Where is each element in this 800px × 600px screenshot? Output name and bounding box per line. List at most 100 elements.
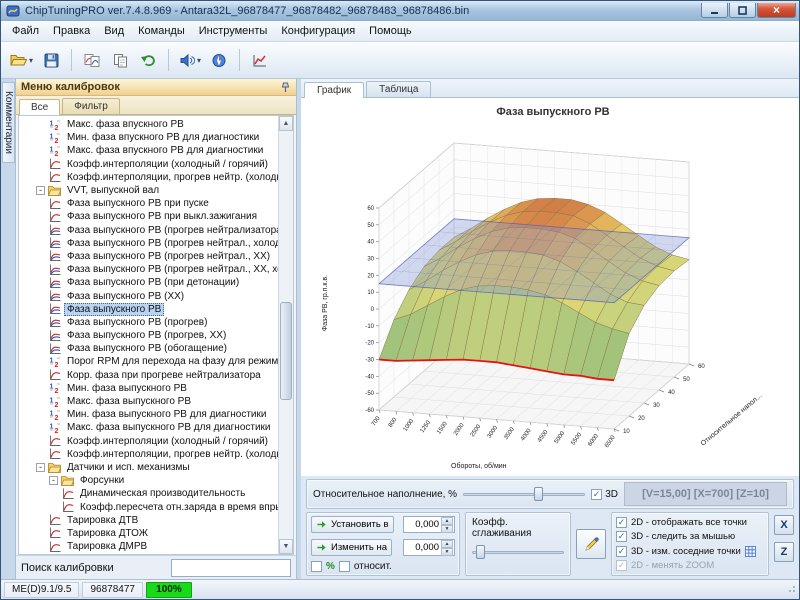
tree-item-19[interactable]: Корр. фаза при прогреве нейтрализатора xyxy=(19,369,278,382)
checkbox-box[interactable]: ✓ xyxy=(616,546,627,557)
tree-item-26[interactable]: -Датчики и исп. механизмы xyxy=(19,461,278,474)
percent-checkbox[interactable] xyxy=(311,561,322,572)
tree-item-11[interactable]: Фаза выпускного РВ (прогрев нейтрал., XX… xyxy=(19,263,278,276)
menu-item-3[interactable]: Команды xyxy=(131,22,192,40)
axis-x-button[interactable]: X xyxy=(774,515,794,535)
change-value-input[interactable] xyxy=(404,540,441,555)
3d-checkbox-box[interactable]: ✓ xyxy=(591,489,602,500)
collapse-toggle[interactable]: - xyxy=(49,476,58,485)
option-checkbox-1[interactable]: ✓3D - следить за мышью xyxy=(616,531,764,542)
toolbar-open-button[interactable]: ▾ xyxy=(7,47,36,73)
option-checkbox-2[interactable]: ✓3D - изм. соседние точки xyxy=(616,546,764,557)
maximize-button[interactable] xyxy=(729,3,756,18)
3d-view-checkbox[interactable]: ✓ 3D xyxy=(591,489,618,500)
toolbar-maps-button[interactable] xyxy=(79,47,105,73)
tree-item-9[interactable]: Фаза выпускного РВ (прогрев нейтрал., хо… xyxy=(19,237,278,250)
tree-item-0[interactable]: 12Макс. фаза впускного РВ xyxy=(19,118,278,131)
toolbar-compass-button[interactable] xyxy=(206,47,232,73)
menu-item-6[interactable]: Помощь xyxy=(362,22,419,40)
set-value-input[interactable] xyxy=(404,517,441,532)
load-slider[interactable] xyxy=(463,486,585,502)
tree-item-32[interactable]: Тарировка ДМРВ xyxy=(19,540,278,553)
tree-item-4[interactable]: Коэфф.интерполяции, прогрев нейтр. (холо… xyxy=(19,171,278,184)
tree-item-24[interactable]: Коэфф.интерполяции (холодный / горячий) xyxy=(19,435,278,448)
collapse-toggle[interactable]: - xyxy=(36,186,45,195)
tree-item-2[interactable]: 12Макс. фаза впускного РВ для диагностик… xyxy=(19,144,278,157)
toolbar-save-button[interactable] xyxy=(38,47,64,73)
smoothing-slider[interactable] xyxy=(472,544,564,571)
tree-item-8[interactable]: Фаза выпускного РВ (прогрев нейтрализато… xyxy=(19,224,278,237)
tree-item-21[interactable]: 12Макс. фаза выпускного РВ xyxy=(19,395,278,408)
spinner-arrows[interactable]: ▲▼ xyxy=(441,540,453,555)
spin-down-icon[interactable]: ▼ xyxy=(441,525,453,533)
checkbox-box[interactable]: ✓ xyxy=(616,531,627,542)
collapse-toggle[interactable]: - xyxy=(36,463,45,472)
relative-checkbox[interactable] xyxy=(339,561,350,572)
tree-item-20[interactable]: 12Мин. фаза выпускного РВ xyxy=(19,382,278,395)
pin-icon[interactable] xyxy=(280,82,291,93)
comments-tab[interactable]: Комментарии xyxy=(2,82,15,163)
tree-item-label: Коэфф.интерполяции, прогрев нейтр. (холо… xyxy=(64,448,278,461)
tree-item-1[interactable]: 12Мин. фаза впускного РВ для диагностики xyxy=(19,131,278,144)
tree-item-17[interactable]: Фаза выпускного РВ (обогащение) xyxy=(19,342,278,355)
tree-item-18[interactable]: 12Порог RPM для перехода на фазу для реж… xyxy=(19,355,278,368)
tree-item-27[interactable]: -Форсунки xyxy=(19,474,278,487)
option-checkbox-0[interactable]: ✓2D - отображать все точки xyxy=(616,517,764,528)
tree-item-29[interactable]: Коэфф.пересчета отн.заряда в время впрыс… xyxy=(19,500,278,513)
tree-item-6[interactable]: Фаза выпускного РВ при пуске xyxy=(19,197,278,210)
smoothing-slider-thumb[interactable] xyxy=(476,545,485,559)
menu-item-0[interactable]: Файл xyxy=(5,22,46,40)
set-value-button[interactable]: Установить в xyxy=(311,516,394,533)
scroll-up-icon[interactable]: ▲ xyxy=(279,116,293,131)
menu-item-4[interactable]: Инструменты xyxy=(192,22,275,40)
tree-item-15[interactable]: Фаза выпускного РВ (прогрев) xyxy=(19,316,278,329)
scrollbar-thumb[interactable] xyxy=(280,302,292,400)
spin-down-icon[interactable]: ▼ xyxy=(441,548,453,556)
calib-tab-1[interactable]: Фильтр xyxy=(62,98,120,114)
tree-item-13[interactable]: Фаза выпускного РВ (XX) xyxy=(19,289,278,302)
tree-item-23[interactable]: 12Макс. фаза выпускного РВ для диагности… xyxy=(19,421,278,434)
menu-item-5[interactable]: Конфигурация xyxy=(274,22,362,40)
calib-tab-0[interactable]: Все xyxy=(19,99,60,115)
tree-item-28[interactable]: Динамическая производительность xyxy=(19,487,278,500)
change-value-button[interactable]: Изменить на xyxy=(311,539,392,556)
svg-text:20: 20 xyxy=(367,273,374,279)
toolbar-copy-button[interactable] xyxy=(107,47,133,73)
spinner-arrows[interactable]: ▲▼ xyxy=(441,517,453,532)
toolbar-chart-button[interactable] xyxy=(247,47,273,73)
tree-item-25[interactable]: Коэфф.интерполяции, прогрев нейтр. (холо… xyxy=(19,448,278,461)
checkbox-box[interactable]: ✓ xyxy=(616,517,627,528)
menu-item-2[interactable]: Вид xyxy=(97,22,131,40)
minimize-button[interactable] xyxy=(701,3,728,18)
tree-item-31[interactable]: Тарировка ДТОЖ xyxy=(19,527,278,540)
tree-item-3[interactable]: Коэфф.интерполяции (холодный / горячий) xyxy=(19,158,278,171)
menu-item-1[interactable]: Правка xyxy=(46,22,97,40)
chart-tab-0[interactable]: График xyxy=(304,82,364,98)
spin-up-icon[interactable]: ▲ xyxy=(441,517,453,525)
tree-item-30[interactable]: Тарировка ДТВ xyxy=(19,514,278,527)
tree-item-7[interactable]: Фаза выпускного РВ при выкл.зажигания xyxy=(19,210,278,223)
tree-item-16[interactable]: Фаза выпускного РВ (прогрев, XX) xyxy=(19,329,278,342)
scrollbar-track[interactable] xyxy=(279,131,293,539)
svg-text:10: 10 xyxy=(623,429,630,435)
toolbar-sound-button[interactable]: ▾ xyxy=(176,47,204,73)
chart-tab-1[interactable]: Таблица xyxy=(366,81,431,97)
tree-item-14[interactable]: Фаза выпускного РВ xyxy=(19,303,278,316)
tree-item-12[interactable]: Фаза выпускного РВ (при детонации) xyxy=(19,276,278,289)
option-checkbox-3[interactable]: ✓2D - менять ZOOM xyxy=(616,560,764,571)
tree-scrollbar[interactable]: ▲ ▼ xyxy=(278,116,293,554)
tree-item-10[interactable]: Фаза выпускного РВ (прогрев нейтрал., XX… xyxy=(19,250,278,263)
scroll-down-icon[interactable]: ▼ xyxy=(279,539,293,554)
tree-item-22[interactable]: 12Мин. фаза выпускного РВ для диагностик… xyxy=(19,408,278,421)
tree-item-5[interactable]: -VVT, выпускной вал xyxy=(19,184,278,197)
spin-up-icon[interactable]: ▲ xyxy=(441,540,453,548)
checkbox-box[interactable]: ✓ xyxy=(616,560,627,571)
axis-z-button[interactable]: Z xyxy=(774,542,794,562)
close-button[interactable]: × xyxy=(757,3,796,18)
load-slider-thumb[interactable] xyxy=(534,487,543,501)
toolbar-undo-button[interactable] xyxy=(135,47,161,73)
edit-map-button[interactable] xyxy=(576,529,606,559)
calibration-search-input[interactable] xyxy=(171,559,291,577)
surface-chart[interactable]: Фаза выпускного РВ-60-50-40-30-20-100102… xyxy=(301,98,799,479)
svg-text:2: 2 xyxy=(55,151,59,157)
